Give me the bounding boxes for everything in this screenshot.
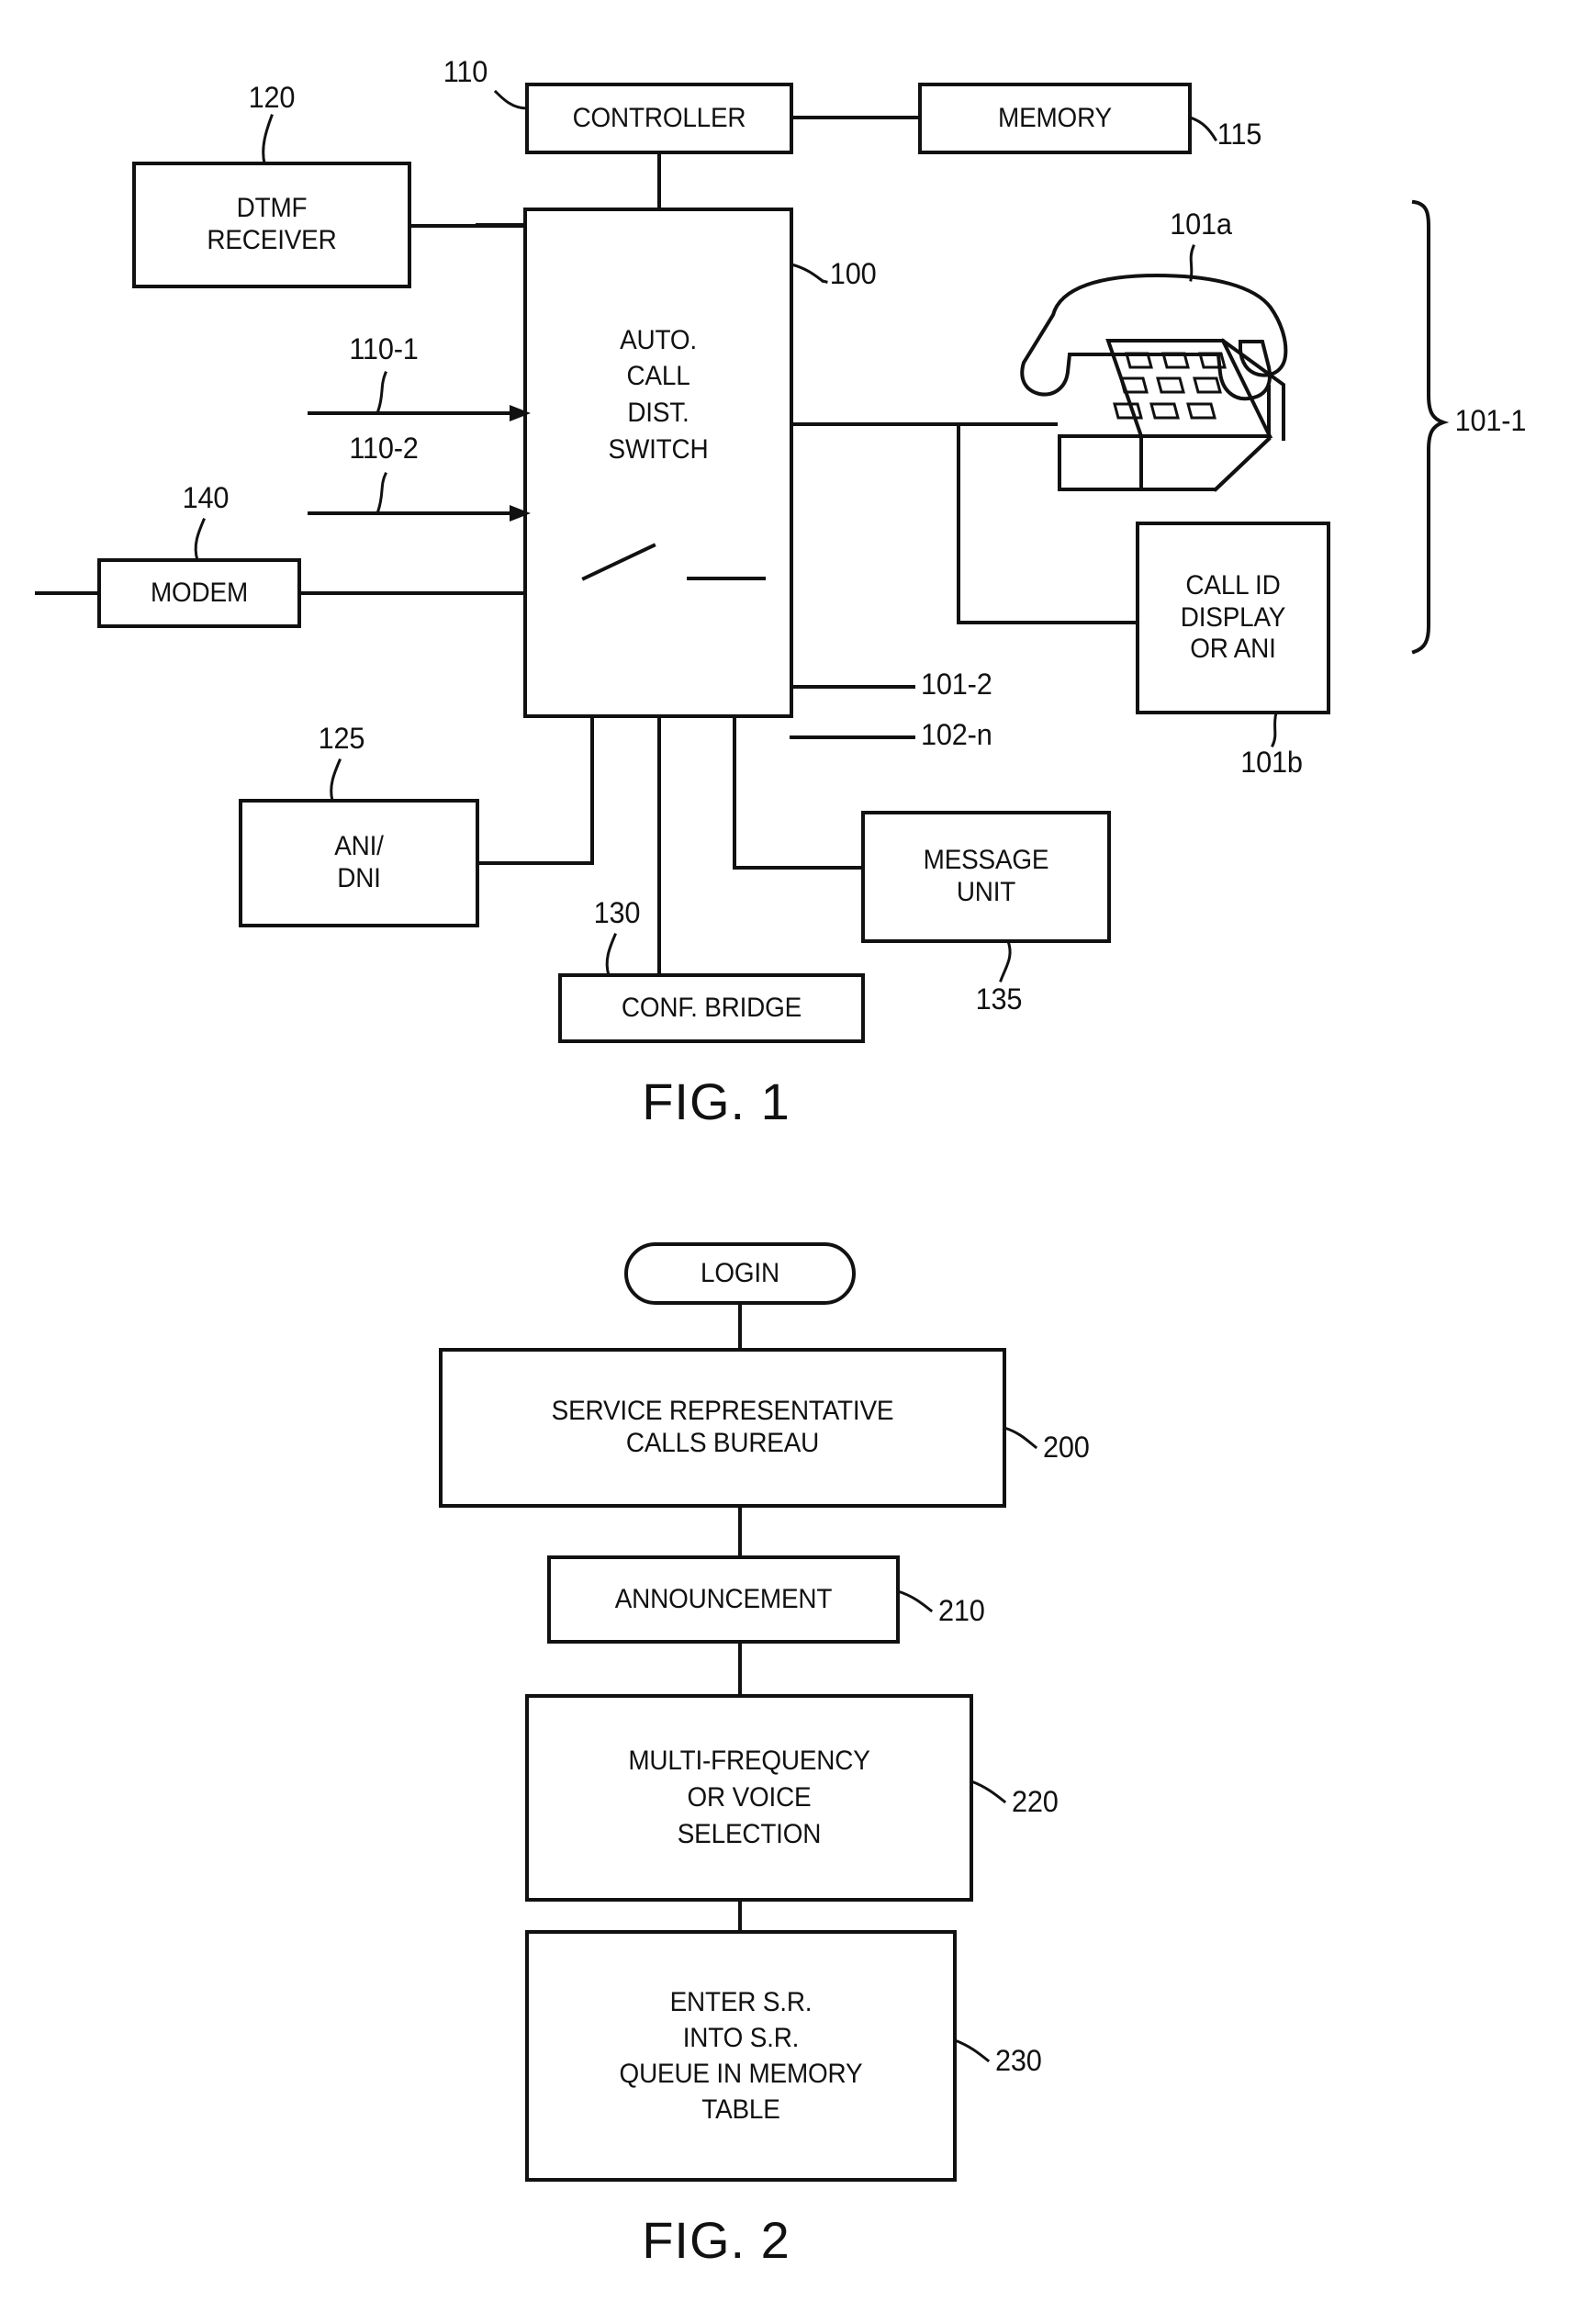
leader-110-1 <box>376 371 387 412</box>
ref-110-controller: 110 <box>443 55 488 88</box>
ref-115-memory: 115 <box>1216 118 1262 151</box>
ref-125-ani-dni: 125 <box>318 722 365 755</box>
leader-140 <box>194 518 206 562</box>
ref-102-n-line: 102-n <box>921 718 992 751</box>
leader-100-tail <box>821 279 828 284</box>
ref-230-step: 230 <box>995 2044 1042 2077</box>
leader-100 <box>790 263 825 284</box>
leader-210 <box>896 1589 934 1613</box>
telephone-to-callid-branch <box>957 422 1139 624</box>
leader-230 <box>953 2038 991 2063</box>
message-unit-box-label: MESSAGE UNIT <box>923 845 1049 907</box>
ref-101a-telephone: 101a <box>1170 208 1232 241</box>
acd-switch-box-label: AUTO. CALL DIST. SWITCH <box>608 324 709 465</box>
telephone-base-bottom-right <box>1213 436 1272 492</box>
ref-210-step: 210 <box>938 1594 985 1627</box>
ref-135-message-unit: 135 <box>975 982 1023 1016</box>
leader-115 <box>1188 116 1218 142</box>
leader-101b <box>1270 711 1278 748</box>
leader-120 <box>262 114 274 165</box>
telephone-handset-outline <box>1020 273 1288 401</box>
leader-101a <box>1189 244 1195 282</box>
ref-110-1-trunk: 110-1 <box>349 332 419 365</box>
trunk-110-1-arrowhead <box>510 405 531 421</box>
ref-130-conf-bridge: 130 <box>593 896 641 929</box>
leader-125 <box>330 758 342 803</box>
call-id-display-box-label: CALL ID DISPLAY OR ANI <box>1180 569 1286 665</box>
ani-dni-to-switch-link <box>476 714 594 865</box>
ref-101b-call-id-display: 101b <box>1240 746 1303 779</box>
patent-drawing-sheet: CONTROLLER MEMORY DTMF RECEIVER AUTO. CA… <box>0 0 1592 2324</box>
conf-bridge-box-label: CONF. BRIDGE <box>621 992 802 1023</box>
dtmf-receiver-box-label: DTMF RECEIVER <box>207 193 337 255</box>
leader-110 <box>493 89 529 110</box>
leader-130 <box>605 933 617 977</box>
leader-220 <box>970 1779 1007 1804</box>
step-210-label: ANNOUNCEMENT <box>614 1583 833 1614</box>
ref-100-acd-switch: 100 <box>829 257 877 290</box>
step-230-label: ENTER S.R. INTO S.R. QUEUE IN MEMORY TAB… <box>619 1987 863 2125</box>
fig1-caption: FIG. 1 <box>642 1072 790 1130</box>
leader-110-2 <box>376 471 388 512</box>
ref-140-modem: 140 <box>182 481 230 514</box>
memory-box-label: MEMORY <box>998 102 1112 133</box>
modem-box-label: MODEM <box>150 577 249 608</box>
step-200-label: SERVICE REPRESENTATIVE CALLS BUREAU <box>551 1396 894 1458</box>
leader-200 <box>1003 1426 1038 1450</box>
switch-contact-lever <box>581 543 656 581</box>
ref-120-dtmf-receiver: 120 <box>248 81 296 114</box>
ref-101-2-line: 101-2 <box>921 668 992 701</box>
ref-110-2-trunk: 110-2 <box>349 432 419 465</box>
login-terminal-label: LOGIN <box>701 1257 779 1288</box>
ref-220-step: 220 <box>1012 1785 1059 1818</box>
fig2-caption: FIG. 2 <box>642 2211 790 2269</box>
brace-101-1 <box>1411 199 1450 655</box>
ani-dni-box-label: ANI/ DNI <box>334 831 384 893</box>
leader-135 <box>999 939 1012 982</box>
controller-box-label: CONTROLLER <box>572 102 746 133</box>
trunk-110-2-arrowhead <box>510 505 531 522</box>
ref-101-1-agent-station: 101-1 <box>1454 404 1527 437</box>
ref-200-step: 200 <box>1043 1431 1090 1464</box>
step-220-label: MULTI-FREQUENCY OR VOICE SELECTION <box>628 1745 870 1850</box>
